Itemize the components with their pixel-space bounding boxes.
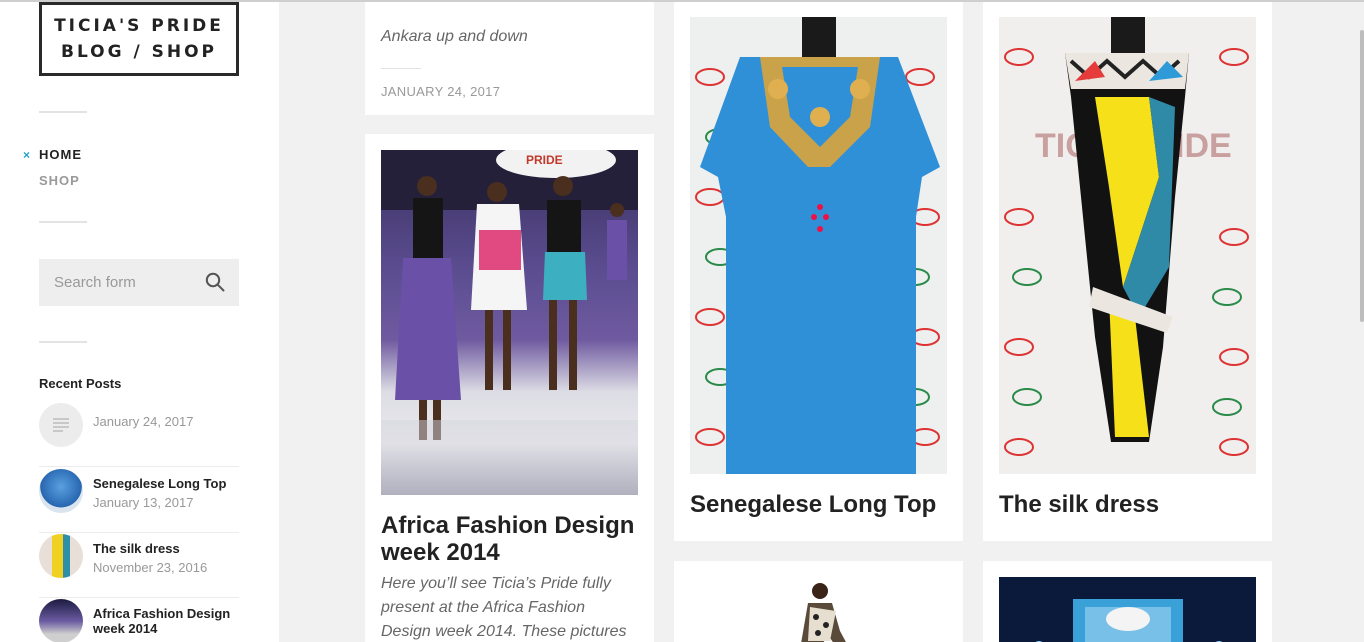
post-card: TIC IDE The silk dress: [983, 2, 1272, 541]
page-scrollbar[interactable]: [1360, 30, 1364, 322]
recent-post-date: January 13, 2017: [93, 495, 194, 510]
recent-post-title[interactable]: Senegalese Long Top: [93, 476, 226, 491]
recent-posts-heading: Recent Posts: [39, 376, 122, 391]
recent-post-date: November 23, 2016: [93, 560, 208, 575]
post-featured-image[interactable]: [690, 581, 947, 642]
post-card: Ankara up and down JANUARY 24, 2017: [365, 2, 654, 115]
sidebar: TICIA'S PRIDE BLOG / SHOP × HOME SHOP Re…: [0, 2, 279, 642]
post-title[interactable]: Senegalese Long Top: [690, 491, 947, 518]
post-date[interactable]: JANUARY 24, 2017: [381, 84, 500, 99]
recent-post-item[interactable]: The silk dress November 23, 2016: [39, 534, 239, 598]
recent-post-item[interactable]: Africa Fashion Design week 2014: [39, 599, 239, 642]
post-card: Senegalese Long Top: [674, 2, 963, 541]
post-excerpt: Ankara up and down: [381, 28, 528, 45]
logo-line-2: BLOG / SHOP: [60, 42, 218, 62]
svg-text:IDE: IDE: [1175, 127, 1232, 165]
recent-post-thumbnail: [39, 534, 83, 578]
recent-post-title[interactable]: Africa Fashion Design week 2014: [93, 606, 239, 636]
recent-post-item[interactable]: Senegalese Long Top January 13, 2017: [39, 469, 239, 533]
post-card: PRIDE Africa Fashion Design week 2014 He…: [365, 134, 654, 642]
search-form: [39, 259, 239, 306]
recent-post-thumbnail: [39, 469, 83, 513]
post-card: [983, 561, 1272, 642]
divider: [39, 341, 87, 343]
divider: [381, 68, 421, 69]
recent-post-item[interactable]: January 24, 2017: [39, 403, 239, 467]
recent-post-title[interactable]: The silk dress: [93, 541, 180, 556]
post-card: [674, 561, 963, 642]
post-featured-image[interactable]: PRIDE: [381, 150, 638, 495]
site-logo[interactable]: TICIA'S PRIDE BLOG / SHOP: [39, 2, 239, 76]
nav-home[interactable]: HOME: [39, 147, 82, 162]
post-title[interactable]: The silk dress: [999, 491, 1256, 518]
search-input[interactable]: [39, 259, 189, 306]
divider: [39, 221, 87, 223]
post-excerpt: Here you’ll see Ticia’s Pride fully pres…: [381, 575, 627, 640]
svg-text:PRIDE: PRIDE: [526, 153, 563, 167]
recent-post-date: January 24, 2017: [93, 414, 194, 429]
recent-post-thumbnail: [39, 599, 83, 642]
post-featured-image[interactable]: TIC IDE: [999, 17, 1256, 474]
logo-line-1: TICIA'S PRIDE: [54, 16, 224, 36]
nav-shop[interactable]: SHOP: [39, 173, 80, 188]
post-featured-image[interactable]: [999, 577, 1256, 642]
post-title[interactable]: Africa Fashion Design week 2014: [381, 512, 638, 566]
divider: [39, 111, 87, 113]
active-nav-marker: ×: [23, 148, 31, 162]
search-icon[interactable]: [205, 272, 225, 292]
post-featured-image[interactable]: [690, 17, 947, 474]
post-format-icon: [39, 403, 83, 447]
